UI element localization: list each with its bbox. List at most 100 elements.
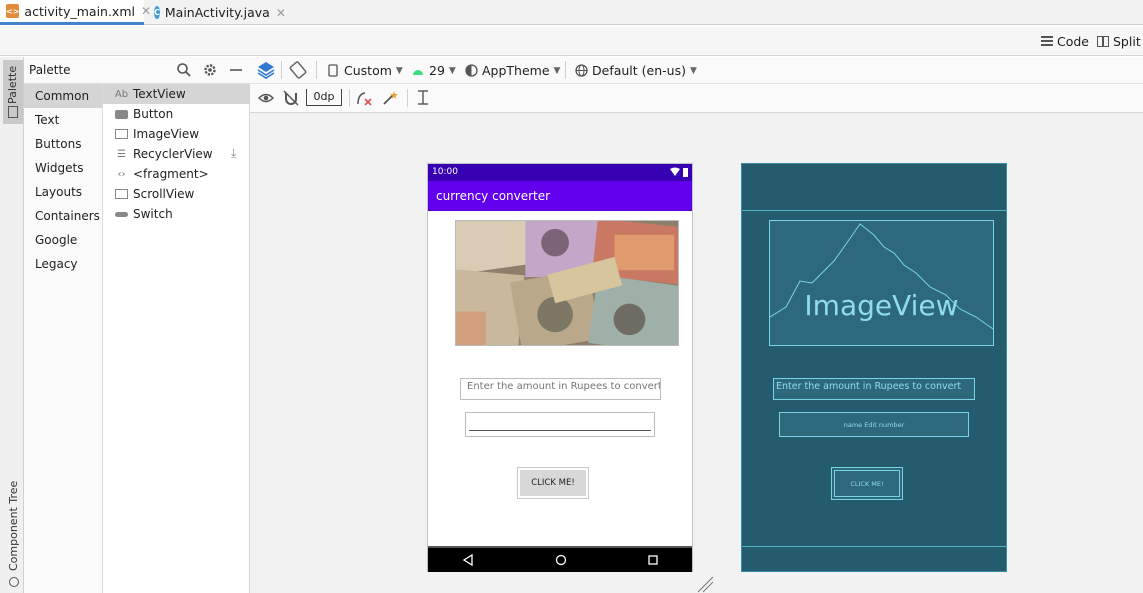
clear-constraints-icon[interactable] xyxy=(356,90,372,106)
palette-item-textview[interactable]: Ab TextView xyxy=(103,84,249,104)
blueprint-imageview[interactable]: ImageView xyxy=(769,220,994,346)
design-canvas[interactable] xyxy=(250,113,1143,593)
textview-icon: Ab xyxy=(114,88,129,100)
java-class-icon: C xyxy=(154,6,160,19)
theme-label: AppTheme xyxy=(482,63,550,78)
imageview-icon xyxy=(114,128,129,140)
phone-design-preview[interactable]: 10:00 currency converter Enter the amoun… xyxy=(427,163,693,572)
amount-edittext[interactable] xyxy=(465,412,655,437)
api-level-dropdown[interactable]: 29 ▼ xyxy=(412,63,456,78)
blueprint-appbar-line xyxy=(742,210,1006,211)
locale-dropdown[interactable]: Default (en-us) ▼ xyxy=(575,63,697,78)
toolbar-separator xyxy=(349,89,350,107)
palette-category-text[interactable]: Text xyxy=(24,108,102,132)
palette-category-legacy[interactable]: Legacy xyxy=(24,252,102,276)
code-view-label: Code xyxy=(1057,33,1090,49)
palette-category-common[interactable]: Common xyxy=(24,84,102,108)
palette-title: Palette xyxy=(29,63,71,77)
scrollview-icon xyxy=(114,188,129,200)
chevron-down-icon: ▼ xyxy=(448,65,456,76)
blueprint-button: CLICK ME! xyxy=(834,470,900,497)
status-bar: 10:00 xyxy=(428,164,692,181)
blueprint-edittext[interactable]: name Edit number xyxy=(779,412,969,437)
fragment-icon: ‹› xyxy=(117,168,126,180)
gear-icon[interactable] xyxy=(202,62,218,78)
device-label: Custom xyxy=(344,63,392,78)
toolbar-separator xyxy=(407,89,408,107)
palette-item-scrollview[interactable]: ScrollView xyxy=(103,184,249,204)
api-level-label: 29 xyxy=(429,63,445,78)
click-me-button[interactable]: CLICK ME! xyxy=(520,470,586,496)
palette-item-recyclerview[interactable]: ☰ RecyclerView ⤓ xyxy=(103,144,249,164)
blueprint-navbar-line xyxy=(742,546,1006,547)
design-surface-layers-icon[interactable] xyxy=(256,60,276,80)
blueprint-hint-textview[interactable]: Enter the amount in Rupees to convert xyxy=(773,378,975,400)
code-view-button[interactable]: Code xyxy=(1041,26,1089,56)
edittext-underline xyxy=(469,430,651,431)
palette-item-switch[interactable]: Switch xyxy=(103,204,249,224)
palette-item-label: ScrollView xyxy=(133,187,195,201)
imageview-placeholder-label: ImageView xyxy=(804,289,959,322)
split-view-button[interactable]: Split xyxy=(1097,26,1141,56)
recents-icon[interactable] xyxy=(647,554,659,566)
palette-item-label: TextView xyxy=(133,87,186,101)
blueprint-preview[interactable]: ImageView Enter the amount in Rupees to … xyxy=(741,163,1007,572)
palette-category-widgets[interactable]: Widgets xyxy=(24,156,102,180)
palette-categories: Common Text Buttons Widgets Layouts Container… xyxy=(24,84,103,593)
palette-side-tab-label: Palette xyxy=(6,65,19,104)
minimize-icon[interactable] xyxy=(228,62,244,78)
palette-icon xyxy=(8,106,18,118)
globe-icon xyxy=(575,64,588,77)
autoconnect-magnet-icon[interactable] xyxy=(283,90,299,106)
palette-side-tab[interactable]: Palette xyxy=(3,60,23,124)
palette-category-layouts[interactable]: Layouts xyxy=(24,180,102,204)
palette-category-buttons[interactable]: Buttons xyxy=(24,132,102,156)
android-icon xyxy=(413,69,423,75)
component-tree-side-tab[interactable]: Component Tree xyxy=(3,481,23,592)
theme-icon xyxy=(465,64,478,77)
default-margin-field[interactable]: 0dp xyxy=(306,89,342,106)
theme-dropdown[interactable]: AppTheme ▼ xyxy=(465,63,560,78)
click-me-button-frame: CLICK ME! xyxy=(517,467,589,499)
palette-category-google[interactable]: Google xyxy=(24,228,102,252)
palette-item-fragment[interactable]: ‹› <fragment> xyxy=(103,164,249,184)
toolbar-separator xyxy=(281,61,282,79)
view-mode-bar xyxy=(0,26,1143,56)
palette-item-button[interactable]: Button xyxy=(103,104,249,124)
download-icon[interactable]: ⤓ xyxy=(231,146,236,161)
search-icon[interactable] xyxy=(176,62,192,78)
device-dropdown[interactable]: Custom ▼ xyxy=(328,63,403,78)
infer-constraints-wand-icon[interactable] xyxy=(382,90,398,106)
chevron-down-icon: ▼ xyxy=(553,65,561,76)
recyclerview-icon: ☰ xyxy=(117,148,126,160)
component-tree-side-tab-label: Component Tree xyxy=(7,480,20,571)
chevron-down-icon: ▼ xyxy=(395,65,403,76)
amount-hint-textview: Enter the amount in Rupees to convert xyxy=(460,378,661,400)
toolbar-separator xyxy=(565,61,566,79)
component-tree-icon xyxy=(9,577,19,587)
palette-item-label: Button xyxy=(133,107,174,121)
resize-handle-icon[interactable] xyxy=(696,575,714,593)
tab-label: activity_main.xml xyxy=(24,3,135,19)
tab-activity-main-xml[interactable]: <> activity_main.xml ✕ xyxy=(0,0,151,25)
back-icon[interactable] xyxy=(462,554,474,566)
chevron-down-icon: ▼ xyxy=(689,65,697,76)
xml-file-icon: <> xyxy=(6,4,20,18)
palette-header: Palette xyxy=(24,57,250,84)
split-view-icon xyxy=(1097,35,1109,47)
app-bar-title: currency converter xyxy=(428,181,692,211)
orientation-icon[interactable] xyxy=(288,60,308,80)
eye-icon[interactable] xyxy=(258,91,274,105)
palette-item-imageview[interactable]: ImageView xyxy=(103,124,249,144)
palette-item-label: Switch xyxy=(133,207,173,221)
switch-icon xyxy=(114,208,129,220)
layout-toolbar: 0dp xyxy=(250,84,1143,113)
tab-mainactivity-java[interactable]: C MainActivity.java ✕ xyxy=(148,0,288,25)
guidelines-icon[interactable] xyxy=(416,90,430,107)
blueprint-button-frame[interactable]: CLICK ME! xyxy=(831,467,903,500)
palette-category-containers[interactable]: Containers xyxy=(24,204,102,228)
close-icon[interactable]: ✕ xyxy=(276,6,286,20)
design-toolbar: Custom ▼ 29 ▼ AppTheme ▼ Default (en-us) ▼ xyxy=(250,57,1143,84)
home-icon[interactable] xyxy=(555,554,567,566)
mountain-placeholder-icon xyxy=(770,223,993,330)
